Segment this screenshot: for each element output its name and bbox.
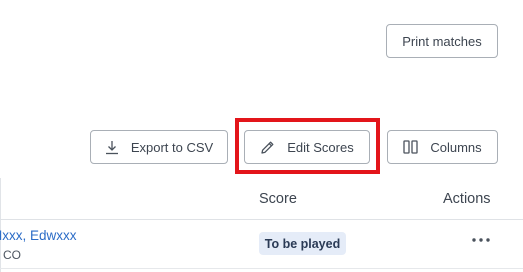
export-csv-button[interactable]: Export to CSV <box>90 130 228 164</box>
print-matches-label: Print matches <box>402 33 482 49</box>
columns-button[interactable]: Columns <box>387 130 498 164</box>
edit-scores-highlight <box>235 118 380 174</box>
column-header-score[interactable]: Score <box>259 191 297 207</box>
print-matches-button[interactable]: Print matches <box>386 24 498 58</box>
content-left-border <box>0 178 1 272</box>
export-csv-label: Export to CSV <box>130 139 214 155</box>
table-header-divider <box>0 219 523 220</box>
player-subtext: CO <box>3 248 21 262</box>
column-header-actions: Actions <box>443 191 491 207</box>
status-badge: To be played <box>259 232 346 255</box>
columns-label: Columns <box>430 139 482 155</box>
columns-icon <box>403 140 418 154</box>
table-row-divider <box>0 268 523 269</box>
more-horizontal-icon[interactable] <box>470 232 492 248</box>
player-name-link[interactable]: Mxxx, Edwxxx <box>0 228 77 243</box>
download-icon <box>105 140 119 155</box>
